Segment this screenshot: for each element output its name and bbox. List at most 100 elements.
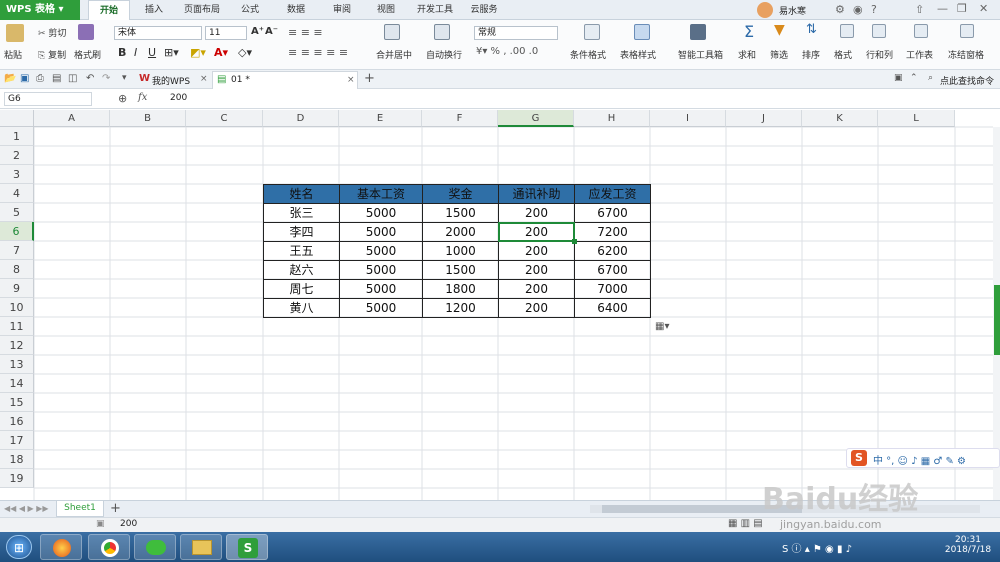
sheet-nav-icon[interactable]: ◀◀ ◀ ▶ ▶▶ (4, 504, 49, 513)
quick-access-dropdown-icon[interactable]: ▾ (122, 73, 127, 83)
table-cell[interactable]: 黄八 (263, 298, 340, 318)
table-header-cell[interactable]: 姓名 (263, 184, 340, 204)
table-cell[interactable]: 5000 (339, 260, 423, 280)
taskbar-wps-sheet[interactable]: S (226, 534, 268, 560)
pin-icon[interactable]: ⌃ (910, 73, 918, 83)
user-name[interactable]: 易水寒 (779, 4, 806, 17)
bold-icon[interactable]: B (118, 46, 126, 59)
tab-file-01[interactable]: ▤ 01 * × (212, 71, 358, 89)
table-header-cell[interactable]: 基本工资 (339, 184, 423, 204)
column-header-l[interactable]: L (878, 110, 955, 127)
tab-home[interactable]: 开始 (88, 0, 130, 20)
paste-button[interactable] (6, 24, 24, 42)
row-header-15[interactable]: 15 (0, 393, 34, 412)
row-header-18[interactable]: 18 (0, 450, 34, 469)
table-cell[interactable]: 1500 (422, 260, 499, 280)
close-icon[interactable]: × (200, 74, 208, 84)
worksheet-label[interactable]: 工作表 (906, 48, 933, 61)
cut-button[interactable]: ✂ 剪切 (38, 26, 66, 39)
print-preview-icon[interactable]: ◫ (68, 73, 77, 84)
table-cell[interactable]: 200 (498, 241, 575, 261)
clock[interactable]: 20:31 2018/7/18 (944, 535, 992, 555)
clear-format-icon[interactable]: ◇▾ (238, 46, 252, 59)
filter-icon[interactable]: ▼ (774, 22, 785, 38)
table-cell[interactable]: 周七 (263, 279, 340, 299)
table-cell[interactable]: 200 (498, 203, 575, 223)
row-header-9[interactable]: 9 (0, 279, 34, 298)
fill-handle[interactable] (572, 239, 577, 244)
tab-my-wps[interactable]: W 我的WPS × (136, 71, 210, 88)
number-format-select[interactable]: 常规 (474, 26, 558, 40)
tab-cloud[interactable]: 云服务 (464, 0, 504, 20)
new-tab-icon[interactable]: + (364, 71, 375, 86)
sort-label[interactable]: 排序 (802, 48, 820, 61)
table-header-cell[interactable]: 应发工资 (574, 184, 651, 204)
table-style-label[interactable]: 表格样式 (620, 48, 656, 61)
select-all-corner[interactable] (0, 110, 34, 127)
row-header-3[interactable]: 3 (0, 165, 34, 184)
tab-page-layout[interactable]: 页面布局 (178, 0, 226, 20)
taskbar-app-orb[interactable] (40, 534, 82, 560)
row-header-17[interactable]: 17 (0, 431, 34, 450)
paste-options-icon[interactable]: ▦▾ (655, 321, 669, 332)
table-cell[interactable]: 5000 (339, 241, 423, 261)
column-header-j[interactable]: J (726, 110, 802, 127)
merge-center-button[interactable] (384, 24, 400, 40)
row-header-7[interactable]: 7 (0, 241, 34, 260)
row-header-19[interactable]: 19 (0, 469, 34, 488)
decrease-font-icon[interactable]: A⁻ (265, 26, 278, 37)
find-command-input[interactable]: 点此查找命令 (940, 74, 994, 87)
print-icon[interactable]: ⎙ (36, 73, 44, 84)
row-header-13[interactable]: 13 (0, 355, 34, 374)
column-header-a[interactable]: A (34, 110, 110, 127)
redo-icon[interactable]: ↷ (102, 73, 110, 84)
skin-icon[interactable]: ◉ (853, 3, 863, 16)
smart-toolbox-label[interactable]: 智能工具箱 (678, 48, 723, 61)
minimize-ribbon-icon[interactable]: ⇧ (915, 3, 924, 16)
sum-label[interactable]: 求和 (738, 48, 756, 61)
vertical-scroll-thumb[interactable] (994, 285, 1000, 355)
table-cell[interactable]: 1500 (422, 203, 499, 223)
table-style-button[interactable] (634, 24, 650, 40)
table-cell[interactable]: 200 (498, 298, 575, 318)
formula-input[interactable]: 200 (170, 93, 187, 103)
tab-developer[interactable]: 开发工具 (410, 0, 460, 20)
preview-icon[interactable]: ▤ (52, 73, 61, 84)
column-header-k[interactable]: K (802, 110, 878, 127)
table-header-cell[interactable]: 通讯补助 (498, 184, 575, 204)
tab-data[interactable]: 数据 (278, 0, 314, 20)
window-restore-icon[interactable]: ❐ (957, 2, 967, 15)
table-cell[interactable]: 王五 (263, 241, 340, 261)
table-cell[interactable]: 200 (498, 260, 575, 280)
window-minimize-icon[interactable]: — (937, 2, 948, 15)
row-header-16[interactable]: 16 (0, 412, 34, 431)
table-header-cell[interactable]: 奖金 (422, 184, 499, 204)
search-icon[interactable]: ⌕ (928, 73, 933, 83)
column-header-h[interactable]: H (574, 110, 650, 127)
ime-mode-icon[interactable]: 中 °, ☺ ♪ ▦ ♂ ✎ ⚙ (873, 452, 966, 467)
font-size-select[interactable]: 11 (205, 26, 247, 40)
freeze-button[interactable] (960, 24, 974, 38)
row-header-11[interactable]: 11 (0, 317, 34, 336)
conditional-format-label[interactable]: 条件格式 (570, 48, 606, 61)
row-header-4[interactable]: 4 (0, 184, 34, 203)
conditional-format-button[interactable] (584, 24, 600, 40)
row-header-1[interactable]: 1 (0, 127, 34, 146)
font-name-select[interactable]: 宋体 (114, 26, 202, 40)
table-cell[interactable]: 2000 (422, 222, 499, 242)
format-painter-button[interactable] (78, 24, 94, 40)
tray-icons[interactable]: S ⓘ ▴ ⚑ ◉ ▮ ♪ (782, 540, 852, 555)
merge-center-label[interactable]: 合并居中 (376, 48, 412, 61)
percent-icon[interactable]: ¥▾ % ‚ .00 .0 (476, 46, 538, 57)
taskbar-chrome[interactable] (88, 534, 130, 560)
layout-icon[interactable]: ▣ (894, 73, 903, 83)
table-cell[interactable]: 6200 (574, 241, 651, 261)
row-header-14[interactable]: 14 (0, 374, 34, 393)
freeze-label[interactable]: 冻结窗格 (948, 48, 984, 61)
avatar[interactable] (757, 2, 773, 18)
sheet-tab-sheet1[interactable]: Sheet1 (56, 501, 104, 517)
column-header-c[interactable]: C (186, 110, 263, 127)
name-box[interactable]: G6 (4, 92, 92, 106)
rows-cols-label[interactable]: 行和列 (866, 48, 893, 61)
table-cell[interactable]: 李四 (263, 222, 340, 242)
